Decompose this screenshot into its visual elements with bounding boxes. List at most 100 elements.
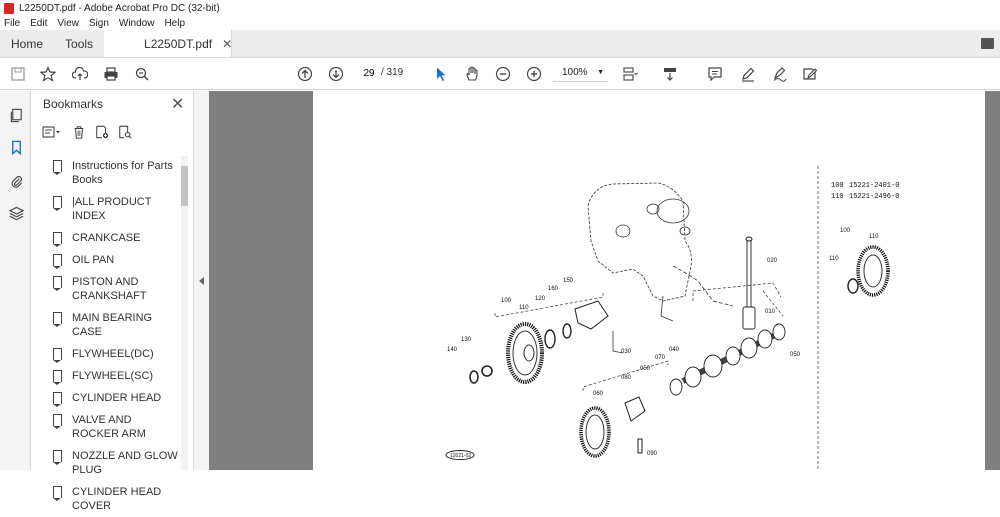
bookmark-icon — [53, 414, 62, 426]
window-titlebar: L2250DT.pdf - Adobe Acrobat Pro DC (32-b… — [0, 0, 1000, 16]
bookmark-list: Instructions for Parts Books |ALL PRODUC… — [31, 155, 179, 517]
callout-label: 090 — [647, 451, 658, 457]
bookmark-options-icon[interactable] — [41, 125, 63, 142]
bookmark-label: OIL PAN — [72, 254, 115, 266]
next-page-icon[interactable] — [326, 64, 346, 84]
callout-label: 110 — [869, 234, 879, 240]
list-item[interactable]: |ALL PRODUCT INDEX — [31, 191, 179, 227]
document-view[interactable]: 100 15221-2401-0 110 15221-2496-0 010 02… — [209, 91, 1000, 470]
menu-edit[interactable]: Edit — [30, 18, 47, 29]
main-toolbar — [0, 58, 1000, 90]
callout-label: 120 — [535, 296, 546, 302]
bookmarks-panel-icon[interactable] — [8, 139, 24, 155]
callout-label: 040 — [669, 347, 680, 353]
bookmark-search-icon[interactable] — [118, 125, 132, 142]
bookmark-scrollbar[interactable] — [181, 156, 188, 470]
list-item[interactable]: MAIN BEARING CASE — [31, 307, 179, 343]
page-number-input[interactable] — [359, 65, 379, 81]
menu-window[interactable]: Window — [119, 18, 155, 29]
tab-tools[interactable]: Tools — [54, 30, 104, 57]
camshaft-drawing — [669, 323, 786, 396]
fill-sign-icon[interactable] — [800, 64, 820, 84]
bookmark-label: NOZZLE AND GLOW PLUG — [72, 450, 178, 476]
list-item[interactable]: VALVE AND ROCKER ARM — [31, 409, 179, 445]
callout-label: 160 — [548, 286, 559, 292]
bookmark-icon — [53, 370, 62, 382]
scrollbar-thumb[interactable] — [181, 166, 188, 206]
list-item[interactable]: FLYWHEEL(SC) — [31, 365, 179, 387]
bookmark-label: Instructions for Parts Books — [72, 160, 173, 186]
prev-page-icon[interactable] — [295, 64, 315, 84]
page-thumbnails-icon[interactable] — [8, 107, 24, 123]
menu-help[interactable]: Help — [164, 18, 185, 29]
list-item[interactable]: NOZZLE AND GLOW PLUG — [31, 445, 179, 481]
menu-file[interactable]: File — [4, 18, 20, 29]
zoom-in-icon[interactable] — [524, 64, 544, 84]
layers-icon[interactable] — [8, 205, 24, 221]
callout-label: 110 — [829, 256, 839, 262]
zoom-out-icon[interactable] — [493, 64, 513, 84]
pushrod-drawing — [742, 236, 756, 330]
bookmark-label: VALVE AND ROCKER ARM — [72, 414, 146, 440]
page-display-icon[interactable] — [620, 64, 640, 84]
sign-pen-icon[interactable] — [770, 64, 790, 84]
delete-bookmark-icon[interactable] — [72, 125, 86, 142]
stamp-text: 12021-02 — [450, 453, 471, 459]
callout-label: 020 — [767, 258, 778, 264]
list-item[interactable]: Instructions for Parts Books — [31, 155, 179, 191]
close-panel-icon[interactable]: ✕ — [171, 94, 184, 114]
scroll-mode-icon[interactable] — [660, 64, 680, 84]
menu-view[interactable]: View — [57, 18, 79, 29]
list-item[interactable]: CYLINDER HEAD COVER — [31, 481, 179, 517]
callout-label: 150 — [563, 278, 574, 284]
star-icon[interactable] — [38, 64, 58, 84]
menu-bar: File Edit View Sign Window Help — [0, 16, 1000, 30]
list-item[interactable]: OIL PAN — [31, 249, 179, 271]
callout-label: 050 — [640, 366, 651, 372]
new-bookmark-icon[interactable] — [95, 125, 109, 142]
highlight-pen-icon[interactable] — [738, 64, 758, 84]
engine-block-drawing — [587, 182, 734, 354]
bookmark-icon — [53, 450, 62, 462]
bookmark-label: PISTON AND CRANKSHAFT — [72, 276, 147, 302]
bushing-drawing — [562, 323, 572, 339]
list-item[interactable]: CYLINDER HEAD — [31, 387, 179, 409]
zoom-search-icon[interactable] — [132, 64, 152, 84]
bookmark-icon — [53, 348, 62, 360]
callout-label: 060 — [593, 391, 604, 397]
hand-tool-icon[interactable] — [462, 64, 482, 84]
page-total-label: / 319 — [381, 67, 404, 78]
save-icon[interactable] — [8, 64, 28, 84]
print-icon[interactable] — [101, 64, 121, 84]
list-item[interactable]: CRANKCASE — [31, 227, 179, 249]
tab-bar: Home Tools L2250DT.pdf ✕ — [0, 30, 1000, 58]
tab-home[interactable]: Home — [0, 30, 54, 57]
pdf-page: 100 15221-2401-0 110 15221-2496-0 010 02… — [313, 91, 985, 470]
assembly-lines — [494, 166, 819, 470]
zoom-select[interactable]: 100% ▼ — [553, 64, 608, 82]
list-item[interactable]: PISTON AND CRANKSHAFT — [31, 271, 179, 307]
part-ref: 100 — [831, 182, 844, 190]
nut-drawing — [481, 365, 493, 377]
list-item[interactable]: FLYWHEEL(DC) — [31, 343, 179, 365]
diagram-stamp: 12021-02 — [445, 450, 475, 460]
exploded-parts-diagram: 100 15221-2401-0 110 15221-2496-0 010 02… — [445, 166, 899, 470]
attachments-paperclip-icon[interactable] — [8, 173, 24, 189]
washer-drawing — [469, 370, 479, 384]
part-number: 15221-2496-0 — [849, 193, 899, 201]
upload-cloud-icon[interactable] — [70, 64, 90, 84]
comment-tool-icon[interactable] — [705, 64, 725, 84]
panel-collapse-handle[interactable] — [193, 91, 209, 470]
menu-sign[interactable]: Sign — [89, 18, 109, 29]
bookmark-icon — [53, 486, 62, 498]
window-title: L2250DT.pdf - Adobe Acrobat Pro DC (32-b… — [19, 2, 220, 14]
chevron-down-icon: ▼ — [597, 69, 604, 76]
callout-label: 050 — [790, 352, 801, 358]
close-tab-icon[interactable]: ✕ — [222, 37, 232, 51]
select-cursor-icon[interactable] — [431, 64, 451, 84]
tab-document[interactable]: L2250DT.pdf ✕ — [104, 30, 232, 57]
gear-100-drawing — [506, 322, 544, 384]
part-number: 15221-2401-0 — [849, 182, 899, 190]
bookmarks-title: Bookmarks — [43, 97, 104, 111]
comment-icon[interactable] — [981, 38, 994, 49]
